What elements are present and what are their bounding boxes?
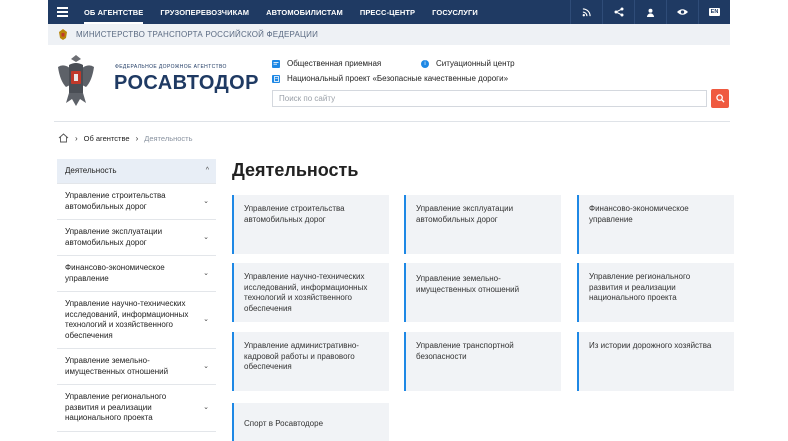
search-button[interactable] xyxy=(711,89,729,108)
breadcrumb-current: Деятельность xyxy=(144,133,193,143)
nav-item-freight[interactable]: ГРУЗОПЕРЕВОЗЧИКАМ xyxy=(160,0,249,24)
breadcrumb-separator-icon: › xyxy=(75,133,78,143)
national-project-link[interactable]: Национальный проект «Безопасные качестве… xyxy=(272,74,508,83)
breadcrumb: › Об агентстве › Деятельность xyxy=(58,133,193,143)
header-divider xyxy=(54,121,730,122)
sidebar-item-label: Финансово-экономическое управление xyxy=(65,263,165,283)
menu-icon[interactable] xyxy=(48,0,76,24)
breadcrumb-separator-icon: › xyxy=(135,133,139,143)
eagle-emblem-icon xyxy=(58,55,94,106)
top-navbar: ОБ АГЕНТСТВЕ ГРУЗОПЕРЕВОЗЧИКАМ АВТОМОБИЛ… xyxy=(48,0,730,24)
card-transport-security[interactable]: Управление транспортной безопасности xyxy=(404,332,561,391)
sidebar-item-label: Деятельность xyxy=(65,165,117,175)
situation-center-link[interactable]: i Ситуационный центр xyxy=(421,59,515,68)
share-icon[interactable] xyxy=(602,0,634,24)
card-maintenance[interactable]: Управление эксплуатации автомобильных до… xyxy=(404,195,561,254)
ministry-bar: МИНИСТЕРСТВО ТРАНСПОРТА РОССИЙСКОЙ ФЕДЕР… xyxy=(48,24,730,45)
reception-link[interactable]: Общественная приемная xyxy=(272,59,381,68)
card-hr-legal[interactable]: Управление административно-кадровой рабо… xyxy=(232,332,389,391)
sidebar-item-research[interactable]: Управление научно-технических исследован… xyxy=(57,292,216,349)
agency-logo-text[interactable]: РОСАВТОДОР xyxy=(114,72,259,95)
nav-item-about[interactable]: ОБ АГЕНТСТВЕ xyxy=(84,2,144,24)
user-icon[interactable] xyxy=(634,0,666,24)
ministry-link[interactable]: МИНИСТЕРСТВО ТРАНСПОРТА РОССИЙСКОЙ ФЕДЕР… xyxy=(76,30,318,39)
card-research[interactable]: Управление научно-технических исследован… xyxy=(232,263,389,322)
sidebar-item-regional[interactable]: Управление регионального развития и реал… xyxy=(57,385,216,432)
card-regional[interactable]: Управление регионального развития и реал… xyxy=(577,263,734,322)
sidebar-menu: Деятельность ^ Управление строительства … xyxy=(57,159,216,432)
sidebar-item-label: Управление эксплуатации автомобильных до… xyxy=(65,227,163,247)
main-nav: ОБ АГЕНТСТВЕ ГРУЗОПЕРЕВОЗЧИКАМ АВТОМОБИЛ… xyxy=(84,0,495,24)
card-finance[interactable]: Финансово-экономическое управление xyxy=(577,195,734,254)
reception-label: Общественная приемная xyxy=(287,59,382,68)
emblem-icon xyxy=(59,29,67,40)
card-sport[interactable]: Спорт в Росавтодоре xyxy=(232,403,389,441)
chevron-down-icon: ⌄ xyxy=(203,362,209,370)
search-icon xyxy=(715,94,725,103)
nav-item-services[interactable]: ГОСУСЛУГИ xyxy=(432,0,478,24)
rss-icon[interactable] xyxy=(570,0,602,24)
document-icon xyxy=(272,74,280,83)
language-label: EN xyxy=(708,8,721,16)
chevron-down-icon: ⌄ xyxy=(203,197,209,205)
page-title: Деятельность xyxy=(232,160,359,180)
sidebar-item-construction[interactable]: Управление строительства автомобильных д… xyxy=(57,184,216,220)
sidebar-item-label: Управление строительства автомобильных д… xyxy=(65,191,166,211)
card-history[interactable]: Из истории дорожного хозяйства xyxy=(577,332,734,391)
top-icon-bar: EN xyxy=(570,0,730,24)
sidebar-item-finance[interactable]: Финансово-экономическое управление ⌄ xyxy=(57,256,216,292)
national-project-label: Национальный проект «Безопасные качестве… xyxy=(287,74,509,83)
language-switch[interactable]: EN xyxy=(698,0,730,24)
chevron-down-icon: ⌄ xyxy=(203,315,209,323)
nav-item-press[interactable]: ПРЕСС-ЦЕНТР xyxy=(360,0,415,24)
sidebar-item-label: Управление научно-технических исследован… xyxy=(65,299,189,340)
sidebar-item-label: Управление регионального развития и реал… xyxy=(65,392,167,422)
chat-icon xyxy=(272,59,280,68)
sidebar-item-land[interactable]: Управление земельно-имущественных отноше… xyxy=(57,349,216,385)
card-construction[interactable]: Управление строительства автомобильных д… xyxy=(232,195,389,254)
home-icon[interactable] xyxy=(58,133,69,143)
search-input[interactable]: Поиск по сайту xyxy=(272,90,707,107)
info-icon: i xyxy=(421,59,429,68)
chevron-up-icon: ^ xyxy=(205,166,209,174)
card-land[interactable]: Управление земельно-имущественных отноше… xyxy=(404,263,561,322)
chevron-down-icon: ⌄ xyxy=(203,233,209,241)
situation-center-label: Ситуационный центр xyxy=(436,59,515,68)
chevron-down-icon: ⌄ xyxy=(203,403,209,411)
sidebar-item-label: Управление земельно-имущественных отноше… xyxy=(65,356,169,376)
sidebar-item-maintenance[interactable]: Управление эксплуатации автомобильных до… xyxy=(57,220,216,256)
eye-icon[interactable] xyxy=(666,0,698,24)
chevron-down-icon: ⌄ xyxy=(203,269,209,277)
agency-subtitle: ФЕДЕРАЛЬНОЕ ДОРОЖНОЕ АГЕНТСТВО xyxy=(115,64,227,70)
nav-item-motorists[interactable]: АВТОМОБИЛИСТАМ xyxy=(266,0,343,24)
breadcrumb-about[interactable]: Об агентстве xyxy=(84,134,130,143)
sidebar-item-activity[interactable]: Деятельность ^ xyxy=(57,159,216,184)
